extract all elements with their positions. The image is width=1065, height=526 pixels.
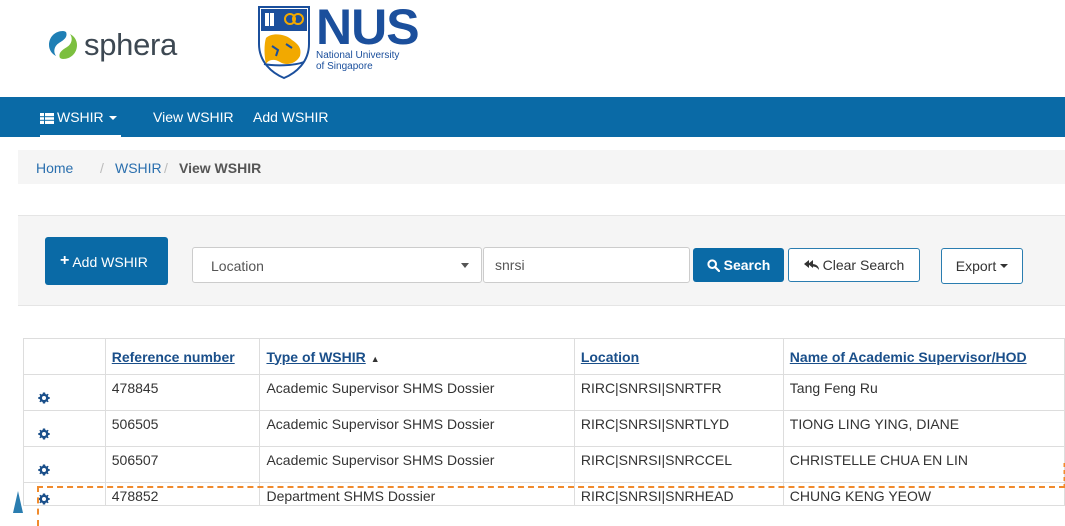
sphera-logo-text: sphera <box>84 27 177 62</box>
gear-icon[interactable] <box>38 464 50 476</box>
breadcrumb-wshir[interactable]: WSHIR <box>115 160 162 176</box>
nav-view-wshir[interactable]: View WSHIR <box>153 97 234 137</box>
highlight-corner-mark <box>1063 463 1065 488</box>
header-actions-cell <box>23 338 106 375</box>
sphera-logo: sphera <box>46 27 177 63</box>
cell-reference-number: 478845 <box>104 374 261 411</box>
cell-type-of-wshir: Academic Supervisor SHMS Dossier <box>259 410 575 447</box>
nav-wshir-label: WSHIR <box>57 109 104 125</box>
search-field-select[interactable]: Location <box>192 247 482 283</box>
dropdown-arrow-icon <box>461 263 469 268</box>
top-navbar: WSHIR View WSHIR Add WSHIR <box>0 97 1065 137</box>
nus-logo: NUS National University of Singapore <box>256 0 420 80</box>
add-wshir-label: Add WSHIR <box>72 254 148 270</box>
cell-type-of-wshir: Department SHMS Dossier <box>259 482 575 506</box>
table-row: 478852 Department SHMS Dossier RIRC|SNRS… <box>23 482 1065 506</box>
cell-supervisor-name: CHUNG KENG YEOW <box>782 482 1065 506</box>
cell-reference-number: 506505 <box>104 410 261 447</box>
gear-icon[interactable] <box>38 493 50 505</box>
cell-location: RIRC|SNRSI|SNRTLYD <box>573 410 784 447</box>
export-dropdown-button[interactable]: Export <box>941 248 1023 284</box>
nus-subtitle-line2: of Singapore <box>316 61 373 72</box>
header-logos: sphera NUS National University of Singap… <box>0 0 1065 97</box>
table-icon <box>40 112 54 124</box>
nav-add-wshir[interactable]: Add WSHIR <box>253 97 328 137</box>
breadcrumb-separator: / <box>164 160 168 176</box>
cell-supervisor-name: CHRISTELLE CHUA EN LIN <box>782 446 1065 483</box>
cell-location: RIRC|SNRSI|SNRCCEL <box>573 446 784 483</box>
gear-icon[interactable] <box>38 392 50 404</box>
row-actions-cell <box>23 446 106 483</box>
breadcrumb-current: View WSHIR <box>179 160 262 176</box>
chevron-down-icon <box>108 116 117 121</box>
header-location[interactable]: Location <box>573 338 784 375</box>
cell-supervisor-name: Tang Feng Ru <box>782 374 1065 411</box>
nus-crest-icon <box>258 6 310 80</box>
wshir-table: Reference number Type of WSHIR ▲ Location… <box>23 338 1065 506</box>
breadcrumb: Home / WSHIR / View WSHIR <box>18 150 1065 184</box>
plus-icon: + <box>60 252 70 269</box>
header-reference-number[interactable]: Reference number <box>104 338 261 375</box>
table-row: 506505 Academic Supervisor SHMS Dossier … <box>23 410 1065 447</box>
cell-reference-number: 506507 <box>104 446 261 483</box>
sphera-logo-icon <box>49 31 77 59</box>
cell-supervisor-name: TIONG LING YING, DIANE <box>782 410 1065 447</box>
chevron-down-icon <box>1000 264 1009 268</box>
search-input[interactable]: snrsi <box>483 247 690 283</box>
cell-location: RIRC|SNRSI|SNRHEAD <box>573 482 784 506</box>
nus-wordmark: NUS <box>316 0 420 55</box>
gear-icon[interactable] <box>38 428 50 440</box>
header-supervisor-name[interactable]: Name of Academic Supervisor/HOD <box>782 338 1065 375</box>
search-button[interactable]: Search <box>693 248 784 282</box>
cell-reference-number: 478852 <box>104 482 261 506</box>
row-actions-cell <box>23 374 106 411</box>
row-actions-cell <box>23 482 106 506</box>
search-icon <box>707 258 720 272</box>
clear-search-button[interactable]: Clear Search <box>788 248 920 282</box>
cell-type-of-wshir: Academic Supervisor SHMS Dossier <box>259 446 575 483</box>
breadcrumb-separator: / <box>100 160 104 176</box>
table-row: 478845 Academic Supervisor SHMS Dossier … <box>23 374 1065 411</box>
breadcrumb-home[interactable]: Home <box>36 160 73 176</box>
search-button-label: Search <box>723 257 771 273</box>
export-label: Export <box>955 258 997 274</box>
highlight-pointer-icon <box>13 491 23 513</box>
reply-all-icon <box>803 260 819 270</box>
clear-search-label: Clear Search <box>822 257 905 273</box>
nav-wshir-dropdown[interactable]: WSHIR <box>40 97 121 137</box>
row-actions-cell <box>23 410 106 447</box>
sort-asc-icon: ▲ <box>370 353 380 364</box>
table-header-row: Reference number Type of WSHIR ▲ Location… <box>23 338 1065 375</box>
cell-location: RIRC|SNRSI|SNRTFR <box>573 374 784 411</box>
cell-type-of-wshir: Academic Supervisor SHMS Dossier <box>259 374 575 411</box>
table-row: 506507 Academic Supervisor SHMS Dossier … <box>23 446 1065 483</box>
header-type-of-wshir[interactable]: Type of WSHIR ▲ <box>259 338 575 375</box>
add-wshir-button[interactable]: + Add WSHIR <box>45 237 168 285</box>
search-field-value: Location <box>211 258 264 274</box>
